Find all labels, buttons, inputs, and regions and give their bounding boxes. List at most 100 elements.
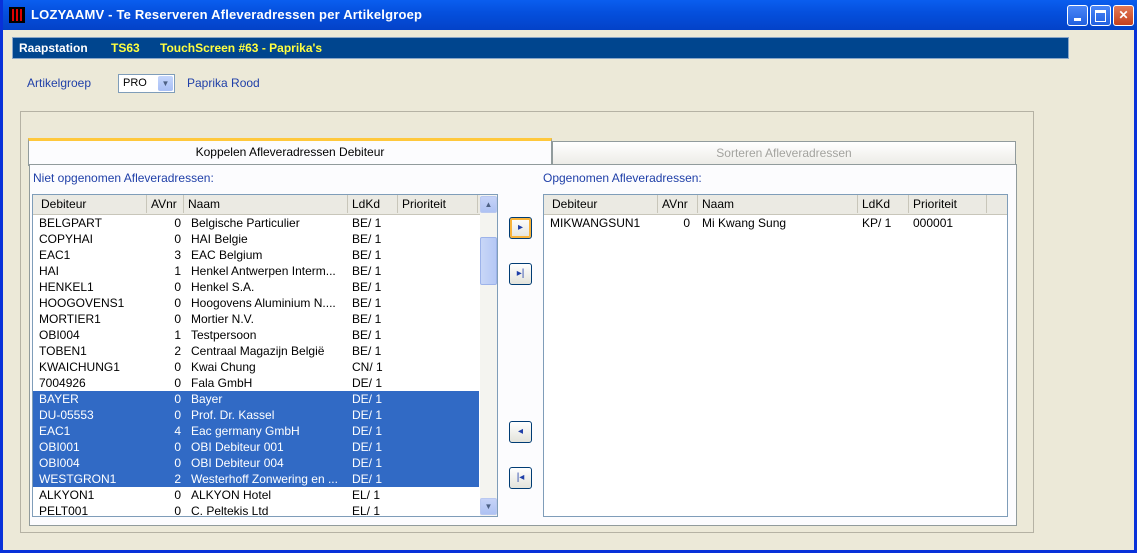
col-debiteur[interactable]: Debiteur <box>37 195 147 213</box>
tab-sorteren[interactable]: Sorteren Afleveradressen <box>552 141 1016 165</box>
col-naam[interactable]: Naam <box>184 195 348 213</box>
move-right-button[interactable]: ▸ <box>509 217 532 239</box>
scroll-up-icon[interactable]: ▲ <box>480 196 497 213</box>
cell-ldkd: DE/ 1 <box>352 424 383 438</box>
col-ldkd[interactable]: LdKd <box>858 195 909 213</box>
cell-debiteur: OBI004 <box>39 328 80 342</box>
arrow-left-bar-icon: |◂ <box>516 472 525 483</box>
cell-naam: Hoogovens Aluminium N.... <box>191 296 336 310</box>
minimize-icon[interactable] <box>1067 5 1088 26</box>
col-naam[interactable]: Naam <box>698 195 858 213</box>
cell-avnr: 0 <box>174 216 181 230</box>
cell-debiteur: MORTIER1 <box>39 312 101 326</box>
vertical-scrollbar[interactable]: ▲ ▼ <box>480 195 497 516</box>
cell-avnr: 0 <box>174 440 181 454</box>
table-row[interactable]: BAYER 0 Bayer DE/ 1 <box>33 391 479 407</box>
table-row[interactable]: HOOGOVENS1 0 Hoogovens Aluminium N.... BE/ … <box>33 295 479 311</box>
cell-naam: Fala GmbH <box>191 376 253 390</box>
cell-avnr: 0 <box>174 232 181 246</box>
cell-debiteur: TOBEN1 <box>39 344 87 358</box>
table-row[interactable]: 7004926 0 Fala GmbH DE/ 1 <box>33 375 479 391</box>
cell-naam: OBI Debiteur 004 <box>191 456 284 470</box>
tab-koppelen[interactable]: Koppelen Afleveradressen Debiteur <box>28 138 552 166</box>
cell-naam: Centraal Magazijn België <box>191 344 325 358</box>
col-ldkd[interactable]: LdKd <box>348 195 398 213</box>
app-window: LOZYAAMV - Te Reserveren Afleveradressen… <box>0 0 1137 553</box>
cell-avnr: 0 <box>174 360 181 374</box>
cell-ldkd: DE/ 1 <box>352 408 383 422</box>
table-row[interactable]: COPYHAI 0 HAI Belgie BE/ 1 <box>33 231 479 247</box>
table-row[interactable]: EAC1 4 Eac germany GmbH DE/ 1 <box>33 423 479 439</box>
cell-naam: Bayer <box>191 392 223 406</box>
table-row[interactable]: ALKYON1 0 ALKYON Hotel EL/ 1 <box>33 487 479 503</box>
cell-avnr: 0 <box>174 392 181 406</box>
col-debiteur[interactable]: Debiteur <box>548 195 658 213</box>
station-info-bar: Raapstation TS63 TouchScreen #63 - Papri… <box>12 37 1069 59</box>
move-left-button[interactable]: ◂ <box>509 421 532 443</box>
cell-avnr: 2 <box>174 472 181 486</box>
table-row[interactable]: DU-05553 0 Prof. Dr. Kassel DE/ 1 <box>33 407 479 423</box>
cell-ldkd: DE/ 1 <box>352 376 383 390</box>
cell-naam: OBI Debiteur 001 <box>191 440 284 454</box>
cell-ldkd: CN/ 1 <box>352 360 383 374</box>
table-row[interactable]: EAC1 3 EAC Belgium BE/ 1 <box>33 247 479 263</box>
col-avnr[interactable]: AVnr <box>147 195 184 213</box>
title-bar[interactable]: LOZYAAMV - Te Reserveren Afleveradressen… <box>3 0 1137 30</box>
cell-ldkd: BE/ 1 <box>352 280 382 294</box>
station-label: Raapstation <box>19 41 88 55</box>
artikelgroep-label: Artikelgroep <box>27 76 92 90</box>
selected-addresses-list[interactable]: Debiteur AVnr Naam LdKd Prioriteit MIKWA… <box>543 194 1008 517</box>
right-list-title: Opgenomen Afleveradressen: <box>543 171 702 185</box>
col-prioriteit[interactable]: Prioriteit <box>398 195 478 213</box>
maximize-icon[interactable] <box>1090 5 1111 26</box>
list-header: Debiteur AVnr Naam LdKd Prioriteit <box>544 195 1007 215</box>
cell-debiteur: ALKYON1 <box>39 488 95 502</box>
table-row[interactable]: HENKEL1 0 Henkel S.A. BE/ 1 <box>33 279 479 295</box>
cell-debiteur: EAC1 <box>39 424 71 438</box>
table-row[interactable]: PELT001 0 C. Peltekis Ltd EL/ 1 <box>33 503 479 517</box>
table-row[interactable]: BELGPART 0 Belgische Particulier BE/ 1 <box>33 215 479 231</box>
station-code: TS63 <box>111 41 140 55</box>
table-row[interactable]: WESTGRON1 2 Westerhoff Zonwering en ... DE/… <box>33 471 479 487</box>
table-row[interactable]: OBI004 0 OBI Debiteur 004 DE/ 1 <box>33 455 479 471</box>
cell-ldkd: BE/ 1 <box>352 312 382 326</box>
table-row[interactable]: OBI001 0 OBI Debiteur 001 DE/ 1 <box>33 439 479 455</box>
table-row[interactable]: OBI004 1 Testpersoon BE/ 1 <box>33 327 479 343</box>
cell-avnr: 0 <box>174 456 181 470</box>
cell-ldkd: DE/ 1 <box>352 392 383 406</box>
col-prioriteit[interactable]: Prioriteit <box>909 195 987 213</box>
cell-naam: Mi Kwang Sung <box>702 216 787 230</box>
cell-ldkd: EL/ 1 <box>352 504 381 517</box>
artikelgroep-name: Paprika Rood <box>187 76 260 90</box>
cell-ldkd: BE/ 1 <box>352 248 382 262</box>
chevron-down-icon[interactable]: ▼ <box>158 76 173 91</box>
table-row[interactable]: MIKWANGSUN1 0 Mi Kwang Sung KP/ 1 000001 <box>544 215 1007 231</box>
col-avnr[interactable]: AVnr <box>658 195 698 213</box>
list-header: Debiteur AVnr Naam LdKd Prioriteit <box>33 195 497 215</box>
artikelgroep-select[interactable]: PRO ▼ <box>118 74 175 93</box>
cell-ldkd: DE/ 1 <box>352 440 383 454</box>
table-row[interactable]: HAI 1 Henkel Antwerpen Interm... BE/ 1 <box>33 263 479 279</box>
table-row[interactable]: KWAICHUNG1 0 Kwai Chung CN/ 1 <box>33 359 479 375</box>
cell-debiteur: OBI001 <box>39 440 80 454</box>
scroll-down-icon[interactable]: ▼ <box>480 498 497 515</box>
table-row[interactable]: TOBEN1 2 Centraal Magazijn België BE/ 1 <box>33 343 479 359</box>
scroll-thumb[interactable] <box>480 237 497 285</box>
cell-naam: EAC Belgium <box>191 248 263 262</box>
cell-ldkd: BE/ 1 <box>352 344 382 358</box>
cell-naam: Westerhoff Zonwering en ... <box>191 472 338 486</box>
move-all-right-button[interactable]: ▸| <box>509 263 532 285</box>
cell-debiteur: HENKEL1 <box>39 280 94 294</box>
cell-prio: 000001 <box>913 216 954 230</box>
available-addresses-list[interactable]: Debiteur AVnr Naam LdKd Prioriteit BELGP… <box>32 194 498 517</box>
cell-naam: Testpersoon <box>191 328 257 342</box>
close-icon[interactable]: ✕ <box>1113 5 1134 26</box>
cell-avnr: 0 <box>174 280 181 294</box>
station-name: TouchScreen #63 - Paprika's <box>160 41 323 55</box>
cell-ldkd: BE/ 1 <box>352 264 382 278</box>
table-row[interactable]: MORTIER1 0 Mortier N.V. BE/ 1 <box>33 311 479 327</box>
app-icon <box>9 7 25 23</box>
move-all-left-button[interactable]: |◂ <box>509 467 532 489</box>
cell-naam: Kwai Chung <box>191 360 256 374</box>
cell-naam: ALKYON Hotel <box>191 488 272 502</box>
